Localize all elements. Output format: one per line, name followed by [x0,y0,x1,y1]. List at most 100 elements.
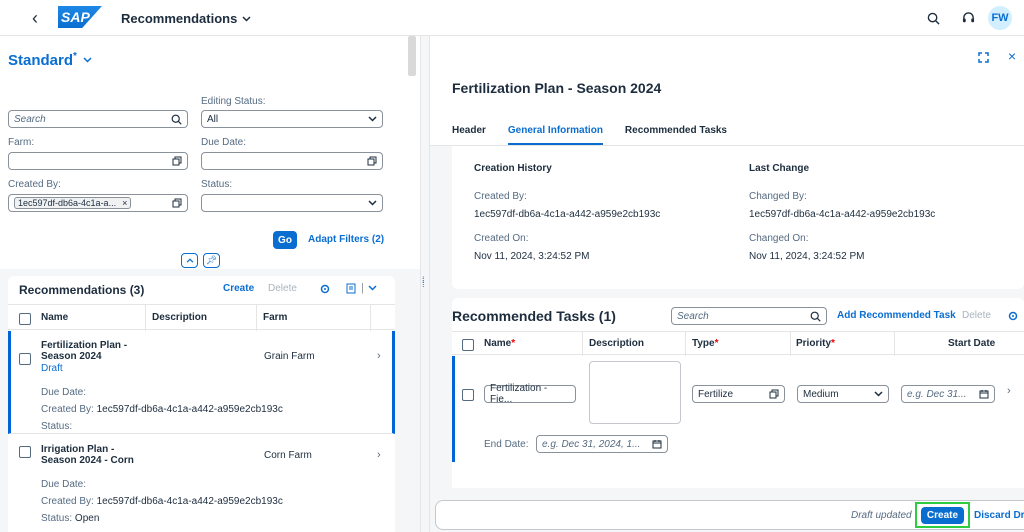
tasks-delete-button[interactable]: Delete [962,310,991,321]
variant-management[interactable]: Standard* [8,51,92,69]
column-separator [370,305,371,331]
gear-icon [1008,311,1018,321]
tasks-title: Recommended Tasks (1) [452,308,616,324]
chevron-down-icon [368,200,377,206]
chevron-down-icon [242,15,251,22]
task-type-value: Fertilize [698,388,734,400]
discard-draft-button[interactable]: Discard Draft [974,510,1024,521]
column-farm[interactable]: Farm [263,312,287,323]
general-info-card: Creation History Last Change Created By:… [452,146,1024,289]
delete-button[interactable]: Delete [268,283,297,294]
due-date-input[interactable] [201,152,383,170]
back-button[interactable]: ‹ [26,8,44,28]
column-separator [790,332,791,356]
fullscreen-button[interactable] [976,50,990,64]
column-separator [685,332,686,356]
table-row[interactable]: Irrigation Plan - Season 2024 - Corn Cor… [8,435,395,532]
created-on-value: Nov 11, 2024, 3:24:52 PM [474,251,590,262]
add-recommended-task-button[interactable]: Add Recommended Task [837,310,956,321]
gear-icon [320,284,330,294]
row-status: Status: Open [41,513,99,524]
row-due-label: Due Date: [41,479,87,490]
task-name-value: Fertilization - Fie... [490,383,548,405]
editing-status-select[interactable]: All [201,110,383,128]
row-navigate-icon[interactable]: › [1007,385,1011,397]
select-all-checkbox[interactable] [462,339,474,351]
variant-modified-marker: * [73,51,77,62]
adapt-filters-button[interactable]: Adapt Filters (2) [308,234,384,245]
export-menu-button[interactable]: | [346,282,377,294]
value-help-icon[interactable] [172,156,182,166]
row-status-label: Status: [41,513,73,524]
column-start-date[interactable]: Start Date [948,338,995,349]
task-row[interactable]: Fertilization - Fie... Fertilize Medium … [452,356,1024,462]
export-icon [346,283,356,294]
value-help-icon[interactable] [367,156,377,166]
row-created-by: Created By: 1ec597df-db6a-4c1a-a442-a959… [41,404,283,415]
collapse-header-button[interactable] [181,253,198,268]
farm-input[interactable] [8,152,188,170]
task-description-textarea[interactable] [589,361,681,424]
row-checkbox[interactable] [19,446,31,458]
tasks-search-input[interactable]: Search [671,307,827,325]
column-priority[interactable]: Priority* [796,338,835,349]
column-description[interactable]: Description [589,338,644,349]
last-change-title: Last Change [749,163,810,174]
table-row[interactable]: Fertilization Plan - Season 2024 Draft G… [8,331,395,434]
pin-header-button[interactable]: 📌︎ [203,253,220,268]
task-end-date-input[interactable]: e.g. Dec 31, 2024, 1... [536,435,668,453]
task-priority-select[interactable]: Medium [797,385,889,403]
support-button[interactable] [960,10,976,26]
tab-recommended-tasks[interactable]: Recommended Tasks [625,125,727,145]
search-input[interactable]: Search [8,110,188,128]
chevron-down-icon [368,285,377,291]
settings-button[interactable] [318,282,332,296]
tab-header[interactable]: Header [452,125,486,145]
task-start-date-input[interactable]: e.g. Dec 31... [901,385,995,403]
created-by-token[interactable]: 1ec597df-db6a-4c1a-a... × [14,197,132,209]
row-status-label: Status: [41,421,73,432]
column-type[interactable]: Type* [692,338,719,349]
task-type-input[interactable]: Fertilize [692,385,785,403]
created-by-input[interactable]: 1ec597df-db6a-4c1a-a... × [8,194,188,212]
tasks-settings-button[interactable] [1006,309,1020,323]
avatar[interactable]: FW [988,6,1012,30]
resizer-grip-icon[interactable]: ⁞ ⁞ [422,276,425,289]
select-all-checkbox[interactable] [19,313,31,325]
sap-logo[interactable]: SAP [58,6,102,28]
row-draft-indicator[interactable]: Draft [41,363,63,374]
row-navigate-icon[interactable]: › [377,449,381,461]
calendar-icon[interactable] [979,389,989,399]
column-resizer[interactable]: ⁞ ⁞ [420,36,430,532]
section-tabs: Header General Information Recommended T… [452,125,749,145]
created-on-label: Created On: [474,233,529,244]
row-checkbox[interactable] [462,389,474,401]
task-name-input[interactable]: Fertilization - Fie... [484,383,576,405]
required-marker: * [511,338,516,349]
separator: | [361,282,364,294]
column-separator [582,332,583,356]
token-remove-icon[interactable]: × [122,198,127,208]
search-button[interactable] [925,10,941,26]
row-navigate-icon[interactable]: › [377,350,381,362]
chevron-up-icon [186,258,193,263]
create-button[interactable]: Create [223,283,254,294]
value-help-icon[interactable] [769,389,779,399]
status-select[interactable] [201,194,383,212]
column-name[interactable]: Name [41,312,68,323]
footer-toolbar: Draft updated Create Discard Draft [435,500,1024,530]
tab-general-information[interactable]: General Information [507,125,603,145]
column-separator [256,305,257,331]
close-button[interactable]: × [1005,48,1019,64]
column-description[interactable]: Description [152,312,207,323]
scrollbar[interactable] [408,36,416,76]
create-button[interactable]: Create [921,507,964,524]
row-checkbox[interactable] [19,353,31,365]
go-button[interactable]: Go [273,231,297,249]
app-title-menu[interactable]: Recommendations [121,11,251,26]
calendar-icon[interactable] [652,439,662,449]
editing-status-label: Editing Status: [201,96,266,107]
column-name[interactable]: Name* [484,338,515,349]
created-by-value: 1ec597df-db6a-4c1a-a442-a959e2cb193c [474,209,661,220]
value-help-icon[interactable] [172,198,182,208]
